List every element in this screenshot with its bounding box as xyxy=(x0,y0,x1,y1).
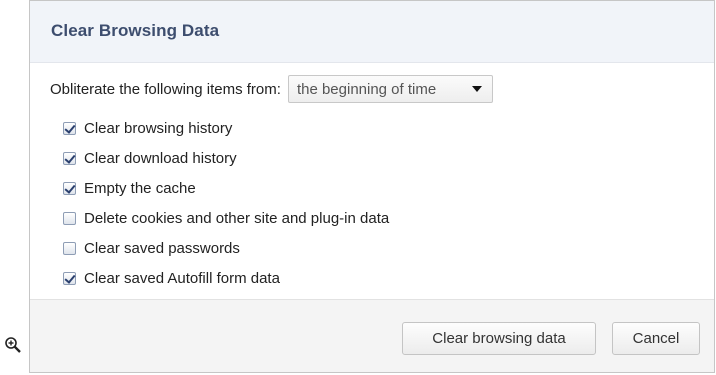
zoom-in-icon[interactable] xyxy=(4,336,22,354)
option-empty-cache[interactable]: Empty the cache xyxy=(63,173,389,203)
time-range-row: Obliterate the following items from: the… xyxy=(50,74,493,104)
checkbox-clear-saved-passwords[interactable] xyxy=(63,241,76,255)
clear-browsing-data-button[interactable]: Clear browsing data xyxy=(402,322,596,355)
checkbox-empty-cache[interactable] xyxy=(63,181,76,195)
checkbox-clear-browsing-history[interactable] xyxy=(63,121,76,135)
checkbox-delete-cookies[interactable] xyxy=(63,211,76,225)
option-label: Clear download history xyxy=(84,149,237,167)
option-clear-autofill-data[interactable]: Clear saved Autofill form data xyxy=(63,263,389,293)
option-label: Clear browsing history xyxy=(84,119,233,137)
chevron-down-icon xyxy=(471,86,482,92)
checkbox-clear-autofill-data[interactable] xyxy=(63,271,76,285)
option-clear-download-history[interactable]: Clear download history xyxy=(63,143,389,173)
time-range-label: Obliterate the following items from: xyxy=(50,80,281,98)
option-clear-browsing-history[interactable]: Clear browsing history xyxy=(63,113,389,143)
time-range-value: the beginning of time xyxy=(296,80,437,98)
option-clear-saved-passwords[interactable]: Clear saved passwords xyxy=(63,233,389,263)
options-list: Clear browsing history Clear download hi… xyxy=(63,113,389,293)
dialog-header: Clear Browsing Data xyxy=(30,1,714,63)
checkbox-clear-download-history[interactable] xyxy=(63,151,76,165)
dialog-footer: Clear browsing data Cancel xyxy=(30,299,714,372)
option-label: Delete cookies and other site and plug-i… xyxy=(84,209,390,227)
clear-browsing-data-dialog: Clear Browsing Data Obliterate the follo… xyxy=(29,0,715,373)
option-delete-cookies[interactable]: Delete cookies and other site and plug-i… xyxy=(63,203,389,233)
cancel-button[interactable]: Cancel xyxy=(612,322,700,355)
option-label: Empty the cache xyxy=(84,179,196,197)
option-label: Clear saved passwords xyxy=(84,239,240,257)
dialog-title: Clear Browsing Data xyxy=(51,21,220,40)
option-label: Clear saved Autofill form data xyxy=(84,269,280,287)
time-range-select[interactable]: the beginning of time xyxy=(287,75,493,103)
